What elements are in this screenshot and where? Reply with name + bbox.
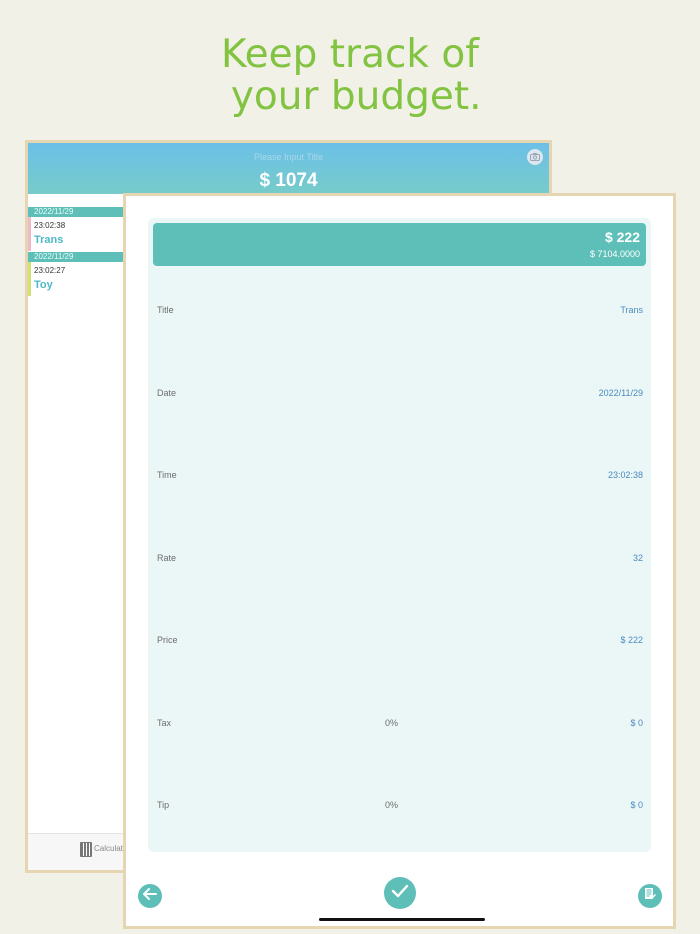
- row-percent[interactable]: 0%: [385, 718, 398, 728]
- summary-price: $ 222: [604, 229, 640, 245]
- front-screen: $ 222 $ 7104.0000 Title Trans Date 2022/…: [126, 196, 673, 926]
- summary-card: $ 222 $ 7104.0000: [153, 223, 646, 266]
- item-time: 23:02:27: [34, 266, 66, 275]
- detail-panel: $ 222 $ 7104.0000 Title Trans Date 2022/…: [148, 218, 651, 852]
- back-header: Please Input Title $ 1074: [28, 143, 549, 194]
- notes-icon: [644, 887, 656, 905]
- headline: Keep track of your budget.: [0, 34, 700, 118]
- detail-row-rate[interactable]: Rate 32: [148, 553, 651, 573]
- row-value[interactable]: Trans: [620, 305, 643, 315]
- detail-row-tax[interactable]: Tax 0% $ 0: [148, 718, 651, 738]
- item-title: Toy: [34, 279, 53, 291]
- row-percent[interactable]: 0%: [385, 800, 398, 810]
- total-amount: $ 1074: [259, 170, 318, 191]
- home-indicator[interactable]: [319, 918, 485, 921]
- confirm-button[interactable]: [384, 877, 416, 909]
- row-value[interactable]: $ 0: [630, 800, 643, 810]
- back-arrow-icon: [143, 887, 157, 905]
- row-label: Date: [157, 388, 177, 398]
- notes-button[interactable]: [638, 884, 662, 908]
- row-label: Time: [157, 470, 177, 480]
- row-value[interactable]: $ 0: [630, 718, 643, 728]
- row-value[interactable]: 23:02:38: [608, 470, 643, 480]
- detail-row-title[interactable]: Title Trans: [148, 305, 651, 325]
- row-label: Tax: [157, 718, 172, 728]
- title-input-placeholder[interactable]: Please Input Title: [28, 152, 549, 162]
- front-device-frame: $ 222 $ 7104.0000 Title Trans Date 2022/…: [123, 193, 676, 929]
- detail-row-time[interactable]: Time 23:02:38: [148, 470, 651, 490]
- row-label: Rate: [157, 553, 177, 563]
- headline-line-1: Keep track of: [220, 32, 479, 77]
- row-value[interactable]: 32: [633, 553, 643, 563]
- camera-icon: [530, 148, 540, 166]
- row-label: Price: [157, 635, 178, 645]
- headline-line-2: your budget.: [218, 74, 482, 119]
- summary-converted: $ 7104.0000: [589, 249, 640, 259]
- back-button[interactable]: [138, 884, 162, 908]
- row-value[interactable]: 2022/11/29: [599, 388, 643, 398]
- item-time: 23:02:38: [34, 221, 66, 230]
- camera-button[interactable]: [527, 149, 543, 165]
- confirm-check-icon: [391, 884, 409, 903]
- calculator-icon[interactable]: [80, 842, 92, 857]
- detail-row-price[interactable]: Price $ 222: [148, 635, 651, 655]
- detail-row-tip[interactable]: Tip 0% $ 0: [148, 800, 651, 820]
- row-label: Title: [157, 305, 174, 315]
- item-title: Trans: [34, 234, 64, 246]
- row-label: Tip: [157, 800, 170, 810]
- row-value[interactable]: $ 222: [620, 635, 643, 645]
- detail-row-date[interactable]: Date 2022/11/29: [148, 388, 651, 408]
